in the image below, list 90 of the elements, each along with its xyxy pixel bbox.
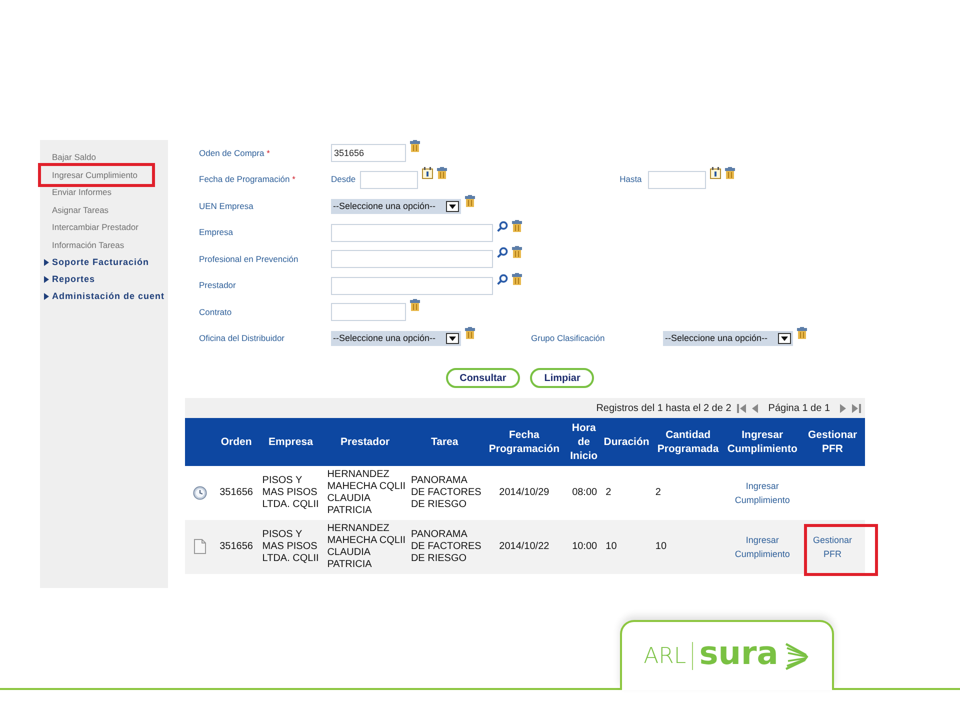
wing-icon	[784, 642, 810, 670]
search-icon[interactable]	[497, 247, 508, 258]
table-cell: 10	[651, 520, 725, 574]
field-label: Oden de Compra *	[199, 146, 271, 160]
table-link[interactable]: Gestionar PFR	[812, 532, 853, 560]
table-link[interactable]: Ingresar Cumplimiento	[724, 532, 800, 560]
nav-link[interactable]: Asignar Tareas	[52, 204, 109, 217]
next-page-icon[interactable]	[840, 404, 846, 412]
column-header: Fecha Programación	[482, 418, 566, 466]
field-label: Prestador	[199, 279, 237, 292]
column-header: Gestionar PFR	[800, 418, 865, 466]
field-label: Hasta	[620, 173, 642, 186]
table-cell: 2014/10/22	[482, 520, 566, 574]
action-button[interactable]: Consultar	[446, 368, 520, 388]
dropdown[interactable]: --Seleccione una opción--	[663, 331, 793, 346]
nav-section[interactable]: Soporte Facturación	[52, 256, 150, 270]
nav-link[interactable]: Bajar Saldo	[52, 151, 96, 164]
column-header: Duración	[602, 418, 652, 466]
field-label: Oficina del Distribuidor	[199, 332, 286, 346]
table-cell: PANORAMA DE FACTORES DE RIESGO	[406, 466, 482, 520]
column-header: Tarea	[406, 418, 482, 466]
input-field[interactable]	[331, 276, 493, 295]
column-header: Cantidad Programada	[651, 418, 725, 466]
field-label: Grupo Clasificación	[531, 332, 606, 346]
input-field[interactable]	[331, 303, 406, 322]
table-cell: HERNANDEZ MAHECHA CQLII CLAUDIA PATRICIA	[323, 520, 407, 574]
clock-icon	[192, 486, 207, 500]
input-field[interactable]	[331, 224, 493, 242]
calendar-icon[interactable]	[422, 166, 433, 179]
action-button[interactable]: Limpiar	[530, 368, 594, 388]
field-label: Contrato	[199, 306, 233, 319]
nav-link[interactable]: Enviar Informes	[52, 186, 112, 200]
table-cell: PISOS Y MAS PISOS LTDA. CQLII	[258, 520, 324, 574]
table-cell: 08:00	[566, 466, 602, 520]
nav-section[interactable]: Reportes	[52, 272, 96, 286]
first-page-icon[interactable]	[737, 404, 746, 412]
table-cell: 2	[602, 466, 652, 520]
table-cell: PISOS Y MAS PISOS LTDA. CQLII	[258, 466, 324, 520]
caret-icon[interactable]	[44, 293, 49, 300]
trash-icon[interactable]	[410, 299, 420, 312]
previous-page-icon[interactable]	[752, 404, 758, 412]
nav-section[interactable]: Administación de cuent	[52, 290, 165, 304]
trash-icon[interactable]	[410, 140, 420, 152]
page-indicator: Página 1 de 1	[768, 402, 830, 416]
nav-link[interactable]: Intercambiar Prestador	[52, 221, 138, 234]
field-label: UEN Empresa	[199, 200, 254, 213]
column-header: Empresa	[258, 418, 324, 466]
logo-wordmark: sura	[699, 637, 778, 669]
column-header: Orden	[214, 418, 258, 466]
caret-icon[interactable]	[44, 259, 49, 266]
search-icon[interactable]	[497, 274, 508, 285]
trash-icon[interactable]	[724, 166, 735, 179]
trash-icon[interactable]	[436, 166, 447, 179]
table-cell: HERNANDEZ MAHECHA CQLII CLAUDIA PATRICIA	[323, 466, 407, 520]
field-label: Empresa	[199, 226, 234, 240]
last-page-icon[interactable]	[852, 404, 861, 412]
input-field[interactable]: 351656	[331, 144, 406, 162]
trash-icon[interactable]	[797, 327, 807, 340]
trash-icon[interactable]	[465, 194, 475, 207]
table-cell: 10:00	[566, 520, 602, 574]
table-cell: PANORAMA DE FACTORES DE RIESGO	[406, 520, 482, 574]
field-label: Profesional en Prevención	[199, 252, 300, 266]
dropdown[interactable]: --Seleccione una opción--	[331, 331, 461, 346]
table-cell: 351656	[214, 520, 258, 574]
trash-icon[interactable]	[465, 327, 475, 340]
table-cell: 2014/10/29	[482, 466, 566, 520]
input-field[interactable]	[331, 250, 493, 268]
dropdown[interactable]: --Seleccione una opción--	[331, 198, 461, 214]
table-cell: 10	[602, 520, 652, 574]
nav-link[interactable]: Información Tareas	[52, 238, 124, 252]
column-header: Prestador	[323, 418, 407, 466]
nav-link[interactable]: Ingresar Cumplimiento	[52, 168, 138, 182]
trash-icon[interactable]	[512, 220, 522, 232]
field-label: Fecha de Programación *	[199, 173, 296, 186]
calendar-icon[interactable]	[710, 166, 721, 179]
input-field[interactable]	[648, 170, 706, 189]
table-cell: 351656	[214, 466, 258, 520]
trash-icon[interactable]	[512, 272, 522, 285]
record-count: Registros del 1 hasta el 2 de 2	[596, 402, 732, 416]
input-field[interactable]	[360, 170, 418, 189]
document-icon	[194, 539, 206, 554]
trash-icon[interactable]	[512, 246, 522, 258]
column-header: Ingresar Cumplimiento	[724, 418, 800, 466]
logo-prefix: ARL	[644, 642, 686, 670]
column-header: Hora de Inicio	[566, 418, 602, 466]
table-cell: 2	[651, 466, 725, 520]
table-link[interactable]: Ingresar Cumplimiento	[724, 478, 800, 506]
caret-icon[interactable]	[44, 276, 49, 283]
field-label: Desde	[331, 173, 356, 186]
search-icon[interactable]	[497, 220, 508, 232]
